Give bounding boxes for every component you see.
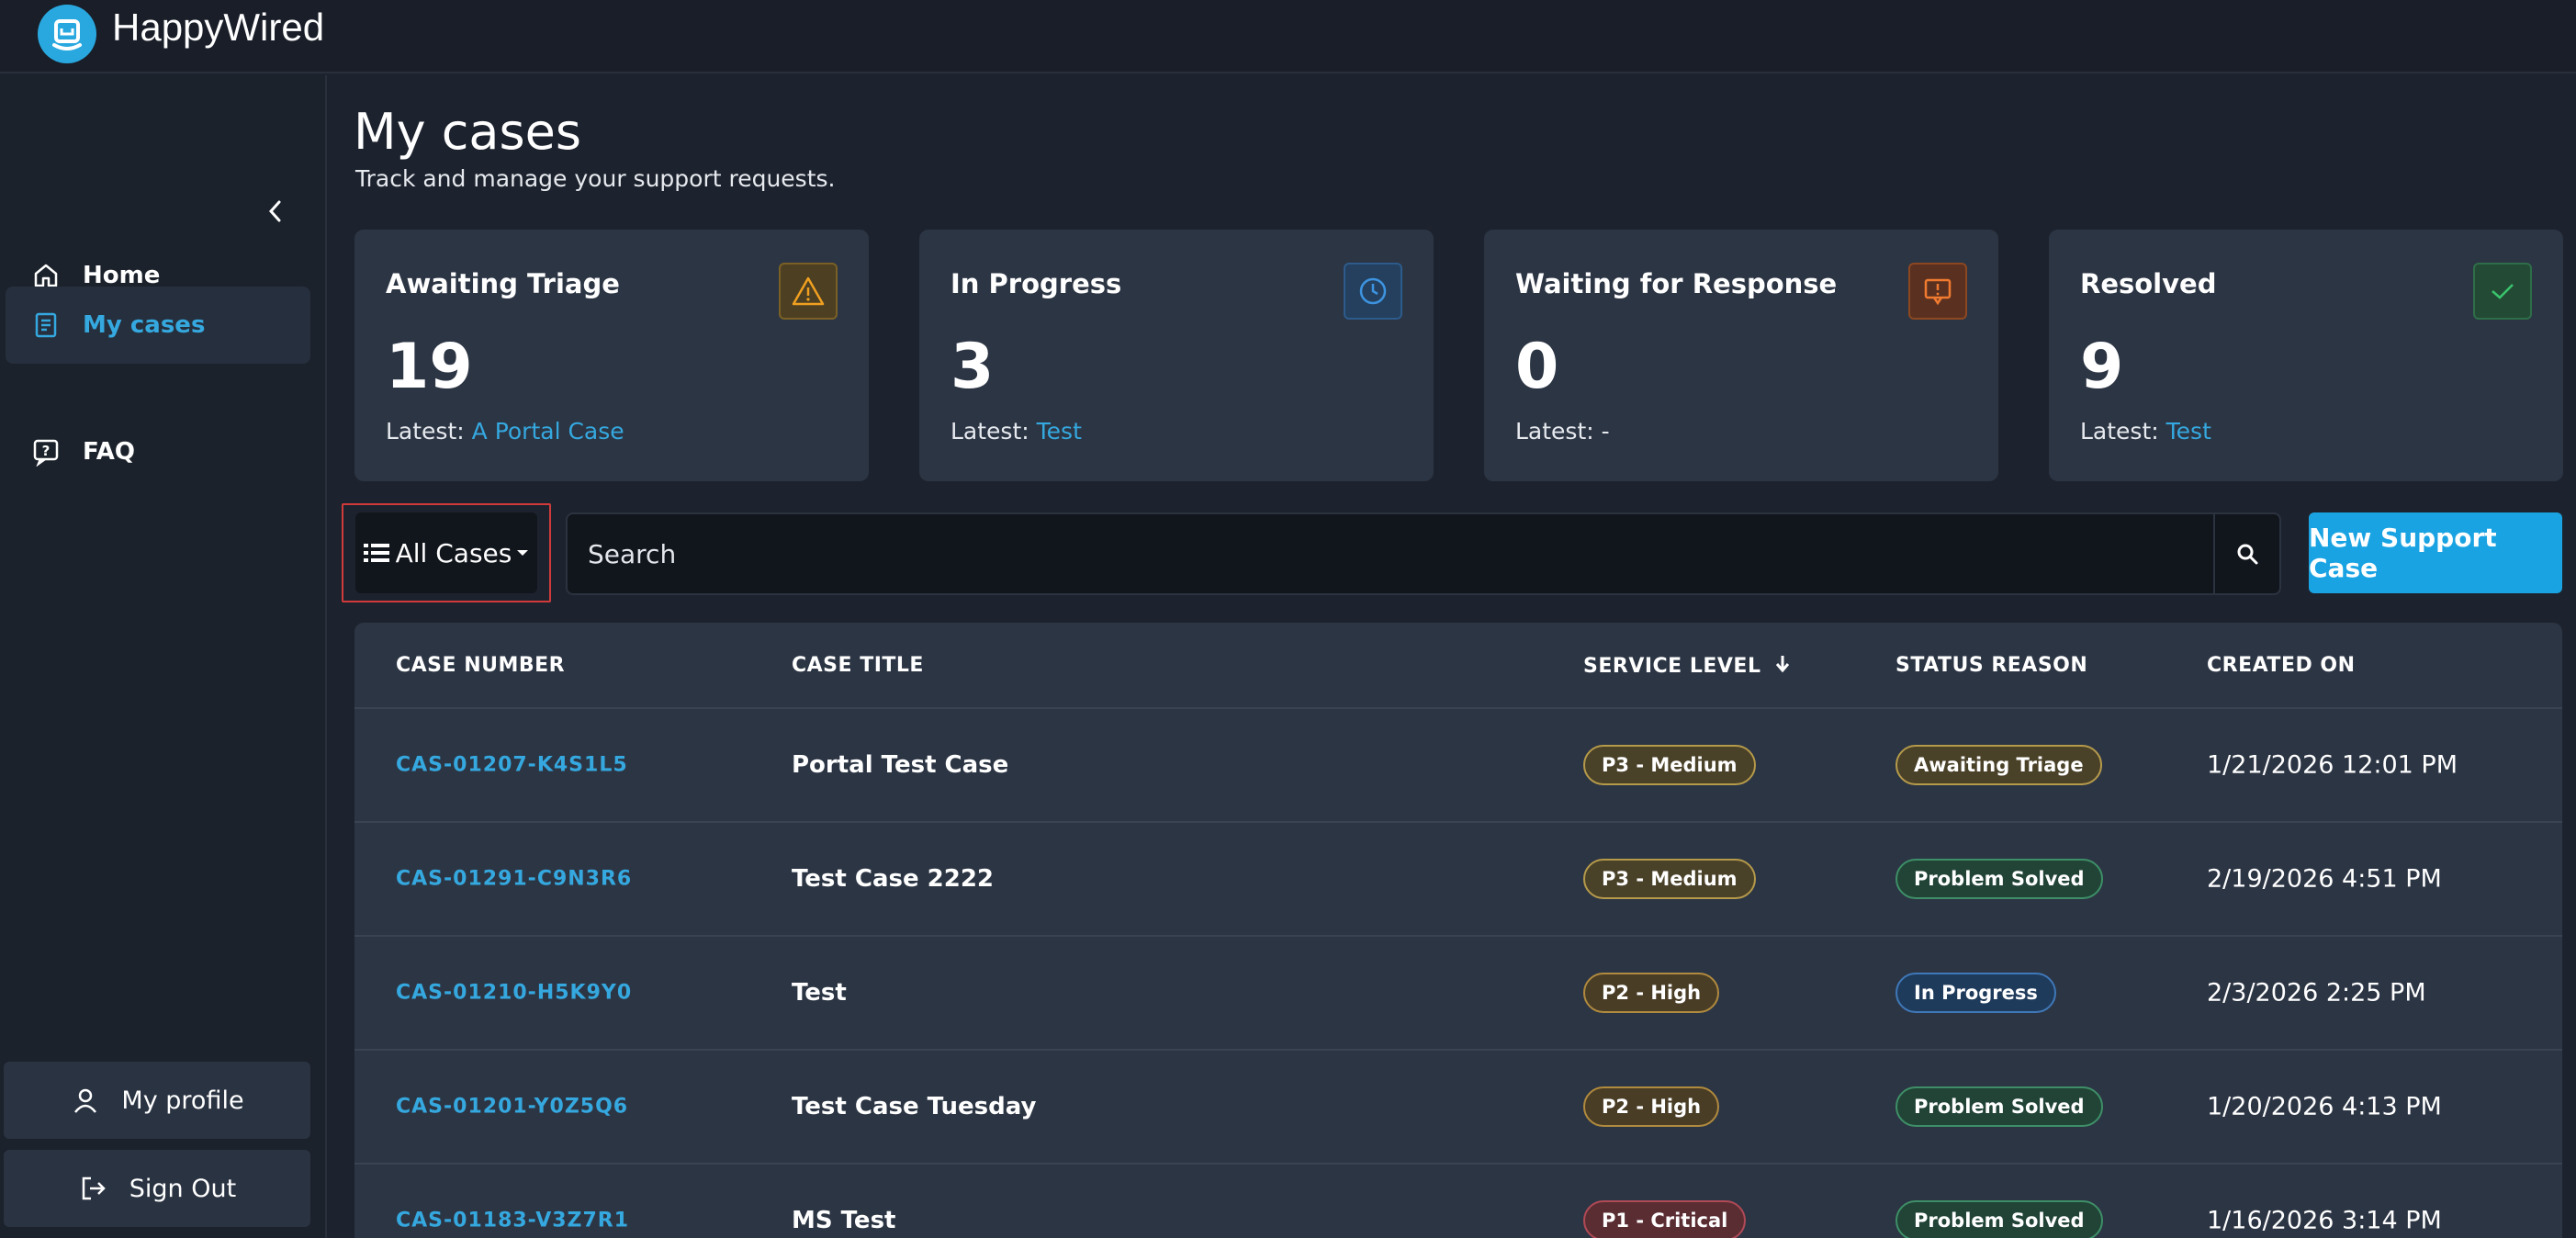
service-level-badge: P1 - Critical bbox=[1583, 1200, 1747, 1238]
page-subtitle: Track and manage your support requests. bbox=[355, 165, 836, 192]
chevron-left-icon bbox=[268, 200, 281, 222]
card-title: Awaiting Triage bbox=[386, 268, 620, 299]
case-number-link[interactable]: CAS-01210-H5K9Y0 bbox=[396, 982, 632, 1005]
clock-icon bbox=[1344, 263, 1402, 320]
search-button[interactable] bbox=[2213, 514, 2279, 593]
service-level-badge: P3 - Medium bbox=[1583, 745, 1756, 785]
filter-label: All Cases bbox=[395, 537, 512, 568]
stat-card-waiting-for-response: Waiting for Response 0 Latest: - bbox=[1484, 230, 1998, 481]
case-number-link[interactable]: CAS-01201-Y0Z5Q6 bbox=[396, 1096, 628, 1119]
case-filter-dropdown[interactable]: All Cases bbox=[355, 512, 537, 593]
created-on: 2/3/2026 2:25 PM bbox=[2207, 978, 2426, 1007]
latest-case-link[interactable]: A Portal Case bbox=[472, 418, 624, 445]
status-badge: Problem Solved bbox=[1895, 1086, 2103, 1127]
case-title: Test bbox=[792, 979, 847, 1007]
collapse-sidebar-button[interactable] bbox=[257, 193, 294, 230]
table-header: CASE NUMBER CASE TITLE SERVICE LEVEL STA… bbox=[354, 623, 2562, 709]
card-latest: Latest: A Portal Case bbox=[386, 418, 624, 445]
case-title: MS Test bbox=[792, 1207, 896, 1234]
table-row[interactable]: CAS-01291-C9N3R6 Test Case 2222 P3 - Med… bbox=[354, 823, 2562, 937]
sidebar-item-label: FAQ bbox=[83, 438, 136, 466]
svg-text:?: ? bbox=[42, 443, 51, 459]
card-latest: Latest: Test bbox=[951, 418, 1082, 445]
search-icon bbox=[2237, 544, 2258, 565]
status-badge: In Progress bbox=[1895, 973, 2056, 1013]
faq-icon: ? bbox=[28, 433, 64, 470]
table-row[interactable]: CAS-01201-Y0Z5Q6 Test Case Tuesday P2 - … bbox=[354, 1051, 2562, 1165]
sidebar-item-label: My cases bbox=[83, 311, 206, 339]
column-header-service-level[interactable]: SERVICE LEVEL bbox=[1583, 654, 1791, 678]
user-icon bbox=[70, 1085, 101, 1116]
case-number-link[interactable]: CAS-01207-K4S1L5 bbox=[396, 754, 628, 777]
case-number-link[interactable]: CAS-01183-V3Z7R1 bbox=[396, 1210, 629, 1232]
card-latest: Latest: - bbox=[1515, 418, 1610, 445]
card-title: In Progress bbox=[951, 268, 1122, 299]
table-row[interactable]: CAS-01183-V3Z7R1 MS Test P1 - Critical P… bbox=[354, 1165, 2562, 1238]
stat-card-in-progress: In Progress 3 Latest: Test bbox=[919, 230, 1434, 481]
column-header-created-on[interactable]: CREATED ON bbox=[2207, 654, 2356, 677]
my-profile-label: My profile bbox=[121, 1086, 244, 1115]
latest-case-link[interactable]: Test bbox=[2166, 418, 2211, 445]
status-badge: Problem Solved bbox=[1895, 859, 2103, 899]
sign-out-label: Sign Out bbox=[129, 1174, 237, 1203]
case-title: Test Case 2222 bbox=[792, 865, 995, 893]
sign-out-button[interactable]: Sign Out bbox=[4, 1150, 310, 1227]
service-level-badge: P3 - Medium bbox=[1583, 859, 1756, 899]
sidebar-item-label: Home bbox=[83, 262, 161, 289]
table-row[interactable]: CAS-01210-H5K9Y0 Test P2 - High In Progr… bbox=[354, 937, 2562, 1051]
card-title: Resolved bbox=[2080, 268, 2217, 299]
cases-table: CASE NUMBER CASE TITLE SERVICE LEVEL STA… bbox=[354, 623, 2562, 1238]
column-header-case-title[interactable]: CASE TITLE bbox=[792, 654, 924, 677]
status-badge: Awaiting Triage bbox=[1895, 745, 2102, 785]
column-header-case-number[interactable]: CASE NUMBER bbox=[396, 654, 565, 677]
list-icon bbox=[363, 544, 389, 562]
stat-card-resolved: Resolved 9 Latest: Test bbox=[2049, 230, 2563, 481]
card-count: 0 bbox=[1515, 331, 1559, 403]
caret-down-icon bbox=[517, 550, 529, 556]
message-alert-icon bbox=[1908, 263, 1967, 320]
card-latest: Latest: Test bbox=[2080, 418, 2211, 445]
app-name[interactable]: HappyWired bbox=[112, 6, 324, 50]
sort-down-icon bbox=[1775, 656, 1789, 673]
logo-icon bbox=[38, 5, 96, 63]
created-on: 1/21/2026 12:01 PM bbox=[2207, 750, 2458, 780]
created-on: 1/20/2026 4:13 PM bbox=[2207, 1092, 2442, 1121]
case-title: Test Case Tuesday bbox=[792, 1093, 1037, 1120]
my-profile-button[interactable]: My profile bbox=[4, 1062, 310, 1139]
card-count: 19 bbox=[386, 331, 473, 403]
created-on: 1/16/2026 3:14 PM bbox=[2207, 1206, 2442, 1235]
new-support-case-button[interactable]: New Support Case bbox=[2309, 512, 2562, 593]
case-number-link[interactable]: CAS-01291-C9N3R6 bbox=[396, 868, 632, 891]
column-header-status-reason[interactable]: STATUS REASON bbox=[1895, 654, 2087, 677]
search-input[interactable] bbox=[568, 514, 2213, 593]
service-level-badge: P2 - High bbox=[1583, 1086, 1720, 1127]
cases-icon bbox=[28, 307, 64, 343]
stat-card-awaiting-triage: Awaiting Triage 19 Latest: A Portal Case bbox=[354, 230, 869, 481]
warning-icon bbox=[779, 263, 838, 320]
latest-case-link[interactable]: Test bbox=[1037, 418, 1082, 445]
card-count: 3 bbox=[951, 331, 995, 403]
created-on: 2/19/2026 4:51 PM bbox=[2207, 864, 2442, 894]
table-row[interactable]: CAS-01207-K4S1L5 Portal Test Case P3 - M… bbox=[354, 709, 2562, 823]
sidebar-item-my-cases[interactable]: My cases bbox=[6, 287, 310, 364]
card-count: 9 bbox=[2080, 331, 2124, 403]
status-badge: Problem Solved bbox=[1895, 1200, 2103, 1238]
sidebar: Home My cases ? FAQ My profile Sign Out bbox=[0, 75, 327, 1238]
top-bar: HappyWired bbox=[0, 0, 2576, 73]
sidebar-item-faq[interactable]: ? FAQ bbox=[6, 413, 310, 490]
card-title: Waiting for Response bbox=[1515, 268, 1838, 299]
check-icon bbox=[2473, 263, 2532, 320]
service-level-badge: P2 - High bbox=[1583, 973, 1720, 1013]
case-title: Portal Test Case bbox=[792, 751, 1009, 779]
search-box bbox=[566, 512, 2281, 595]
sign-out-icon bbox=[78, 1173, 109, 1204]
page-title: My cases bbox=[354, 103, 581, 161]
